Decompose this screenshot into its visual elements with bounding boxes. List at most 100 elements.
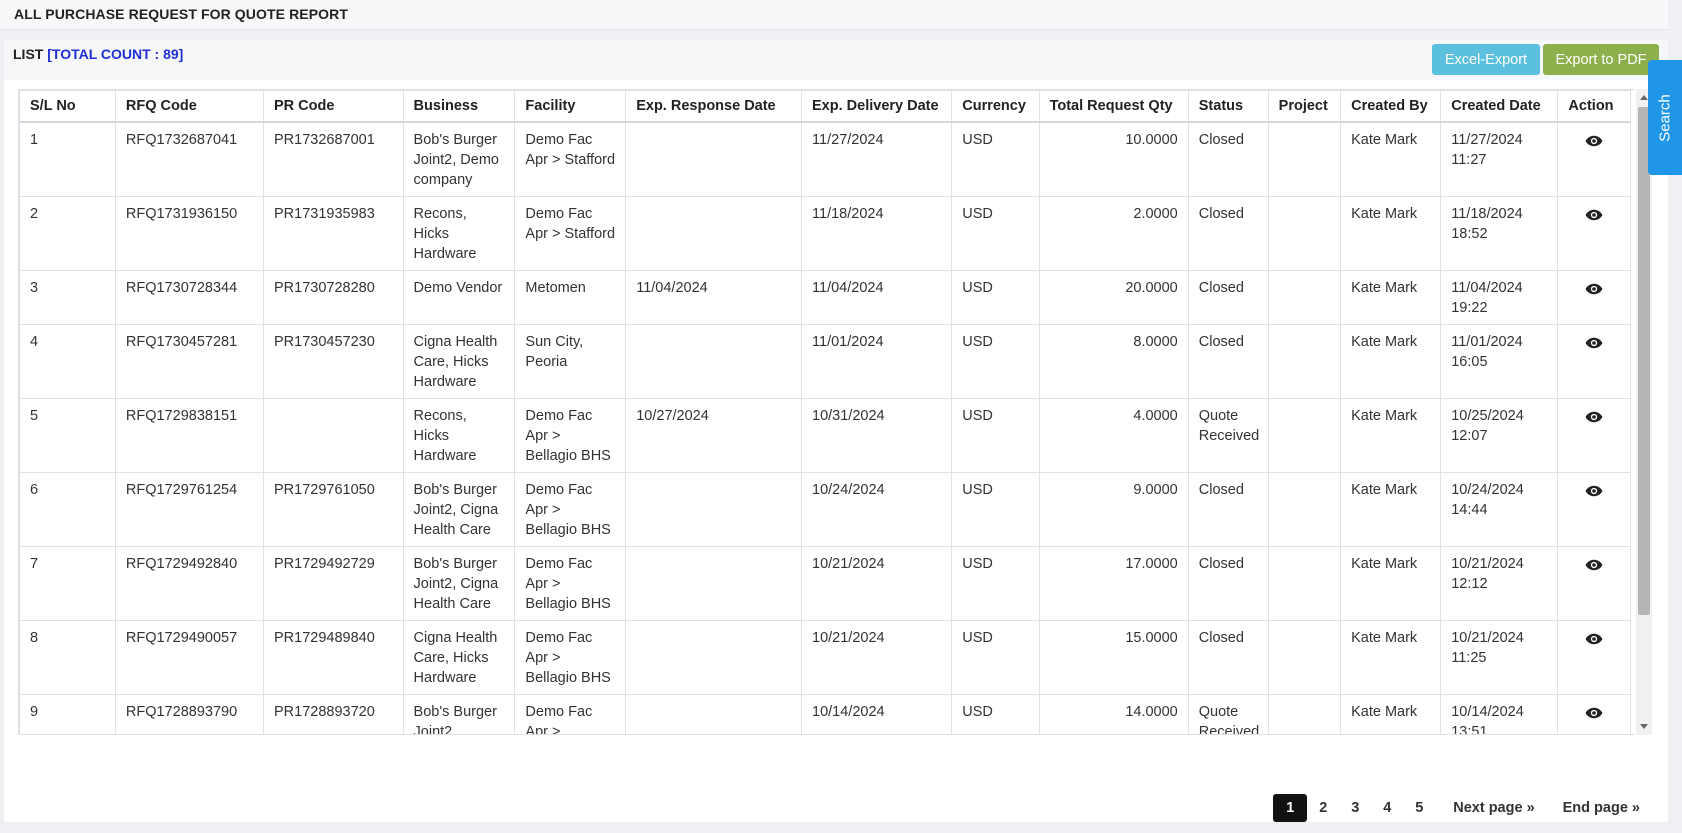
status-cell: Closed bbox=[1187, 546, 1269, 621]
page-link-3[interactable]: 3 bbox=[1339, 794, 1371, 822]
table-row: 4 RFQ1730457281 PR1730457230 Cigna Health C… bbox=[19, 324, 1631, 399]
action-cell bbox=[1557, 472, 1631, 547]
facility-cell: Demo Fac Apr > Bellagio BHS bbox=[514, 472, 627, 547]
eye-icon[interactable] bbox=[1585, 135, 1603, 147]
sl-no-cell: 4 bbox=[19, 324, 116, 399]
action-cell bbox=[1557, 398, 1631, 473]
page-link-4[interactable]: 4 bbox=[1371, 794, 1403, 822]
facility-cell: Demo Fac Apr > Bellagio BHS bbox=[514, 546, 627, 621]
column-header[interactable]: Status bbox=[1187, 90, 1269, 123]
rfq-code-cell: RFQ1729492840 bbox=[114, 546, 264, 621]
page-title: ALL PURCHASE REQUEST FOR QUOTE REPORT bbox=[14, 6, 349, 22]
action-cell bbox=[1557, 694, 1631, 734]
exp-response-date-cell bbox=[625, 121, 803, 197]
status-cell: Closed bbox=[1187, 324, 1269, 399]
status-cell: Closed bbox=[1187, 196, 1269, 271]
column-header[interactable]: Currency bbox=[951, 90, 1040, 123]
exp-response-date-cell bbox=[625, 196, 803, 271]
eye-icon[interactable] bbox=[1585, 485, 1603, 497]
scroll-thumb[interactable] bbox=[1638, 107, 1650, 615]
sl-no-cell: 1 bbox=[19, 121, 116, 197]
eye-icon[interactable] bbox=[1585, 633, 1603, 645]
currency-cell: USD bbox=[951, 121, 1040, 197]
eye-icon[interactable] bbox=[1585, 283, 1603, 295]
column-header[interactable]: RFQ Code bbox=[114, 90, 264, 123]
next-page-link[interactable]: Next page » bbox=[1443, 794, 1544, 822]
column-header[interactable]: Facility bbox=[514, 90, 627, 123]
column-header[interactable]: Business bbox=[402, 90, 516, 123]
total-request-qty-cell: 2.0000 bbox=[1038, 196, 1189, 271]
column-header[interactable]: Created By bbox=[1340, 90, 1442, 123]
facility-cell: Demo Fac Apr > Bellagio BHS bbox=[514, 694, 627, 734]
status-cell: Quote Received bbox=[1187, 694, 1269, 734]
facility-cell: Demo Fac Apr > Stafford bbox=[514, 121, 627, 197]
page-link-2[interactable]: 2 bbox=[1307, 794, 1339, 822]
exp-delivery-date-cell: 11/04/2024 bbox=[801, 270, 953, 325]
created-by-cell: Kate Mark bbox=[1340, 398, 1442, 473]
facility-cell: Demo Fac Apr > Bellagio BHS bbox=[514, 398, 627, 473]
table-scrollbar[interactable] bbox=[1636, 89, 1652, 735]
action-cell bbox=[1557, 270, 1631, 325]
status-cell: Closed bbox=[1187, 121, 1269, 197]
page-link-5[interactable]: 5 bbox=[1403, 794, 1435, 822]
scroll-down-arrow-icon[interactable] bbox=[1640, 724, 1648, 729]
project-cell bbox=[1267, 472, 1342, 547]
project-cell bbox=[1267, 196, 1342, 271]
report-panel: LIST [TOTAL COUNT : 89] Excel-Export Exp… bbox=[4, 40, 1668, 822]
list-toolbar: LIST [TOTAL COUNT : 89] Excel-Export Exp… bbox=[4, 40, 1668, 80]
rfq-code-cell: RFQ1728893790 bbox=[114, 694, 264, 734]
eye-icon[interactable] bbox=[1585, 411, 1603, 423]
facility-cell: Metomen bbox=[514, 270, 627, 325]
column-header[interactable]: S/L No bbox=[19, 90, 116, 123]
currency-cell: USD bbox=[951, 270, 1040, 325]
pr-code-cell: PR1732687001 bbox=[262, 121, 404, 197]
business-cell: Recons, Hicks Hardware bbox=[402, 196, 516, 271]
column-header[interactable]: Exp. Delivery Date bbox=[801, 90, 953, 123]
page-link-1[interactable]: 1 bbox=[1273, 794, 1308, 822]
pr-code-cell: PR1730728280 bbox=[262, 270, 404, 325]
pr-code-cell: PR1729489840 bbox=[262, 620, 404, 695]
total-request-qty-cell: 14.0000 bbox=[1038, 694, 1189, 734]
end-page-link[interactable]: End page » bbox=[1553, 794, 1650, 822]
exp-delivery-date-cell: 11/18/2024 bbox=[801, 196, 953, 271]
total-request-qty-cell: 9.0000 bbox=[1038, 472, 1189, 547]
rfq-code-cell: RFQ1732687041 bbox=[114, 121, 264, 197]
table-row: 6 RFQ1729761254 PR1729761050 Bob's Burger J… bbox=[19, 472, 1631, 547]
created-date-cell: 11/01/2024 16:05 bbox=[1440, 324, 1559, 399]
created-date-cell: 10/21/2024 12:12 bbox=[1440, 546, 1559, 621]
action-cell bbox=[1557, 620, 1631, 695]
project-cell bbox=[1267, 398, 1342, 473]
business-cell: Bob's Burger Joint2 bbox=[402, 694, 516, 734]
column-header[interactable]: Project bbox=[1267, 90, 1342, 123]
status-cell: Closed bbox=[1187, 270, 1269, 325]
eye-icon[interactable] bbox=[1585, 337, 1603, 349]
report-table: S/L No RFQ Code PR Code Business Facilit… bbox=[19, 90, 1631, 734]
eye-icon[interactable] bbox=[1585, 209, 1603, 221]
created-date-cell: 10/14/2024 13:51 bbox=[1440, 694, 1559, 734]
created-by-cell: Kate Mark bbox=[1340, 694, 1442, 734]
table-body: 1 RFQ1732687041 PR1732687001 Bob's Burger J… bbox=[19, 121, 1631, 734]
column-header[interactable]: Created Date bbox=[1440, 90, 1559, 123]
table-row: 3 RFQ1730728344 PR1730728280 Demo Vendor Met… bbox=[19, 270, 1631, 325]
rfq-code-cell: RFQ1730457281 bbox=[114, 324, 264, 399]
column-header[interactable]: Exp. Response Date bbox=[625, 90, 803, 123]
exp-response-date-cell bbox=[625, 694, 803, 734]
export-pdf-button[interactable]: Export to PDF bbox=[1543, 44, 1659, 75]
rfq-code-cell: RFQ1730728344 bbox=[114, 270, 264, 325]
column-header[interactable]: PR Code bbox=[262, 90, 404, 123]
pr-code-cell: PR1731935983 bbox=[262, 196, 404, 271]
project-cell bbox=[1267, 546, 1342, 621]
total-request-qty-cell: 10.0000 bbox=[1038, 121, 1189, 197]
action-cell bbox=[1557, 546, 1631, 621]
page-header: ALL PURCHASE REQUEST FOR QUOTE REPORT bbox=[0, 0, 1668, 30]
excel-export-button[interactable]: Excel-Export bbox=[1432, 44, 1540, 75]
project-cell bbox=[1267, 324, 1342, 399]
scroll-up-arrow-icon[interactable] bbox=[1640, 95, 1648, 100]
total-request-qty-cell: 17.0000 bbox=[1038, 546, 1189, 621]
status-cell: Closed bbox=[1187, 472, 1269, 547]
eye-icon[interactable] bbox=[1585, 559, 1603, 571]
search-tab[interactable]: Search bbox=[1648, 60, 1682, 175]
exp-delivery-date-cell: 10/21/2024 bbox=[801, 546, 953, 621]
column-header[interactable]: Total Request Qty bbox=[1038, 90, 1189, 123]
eye-icon[interactable] bbox=[1585, 707, 1603, 719]
